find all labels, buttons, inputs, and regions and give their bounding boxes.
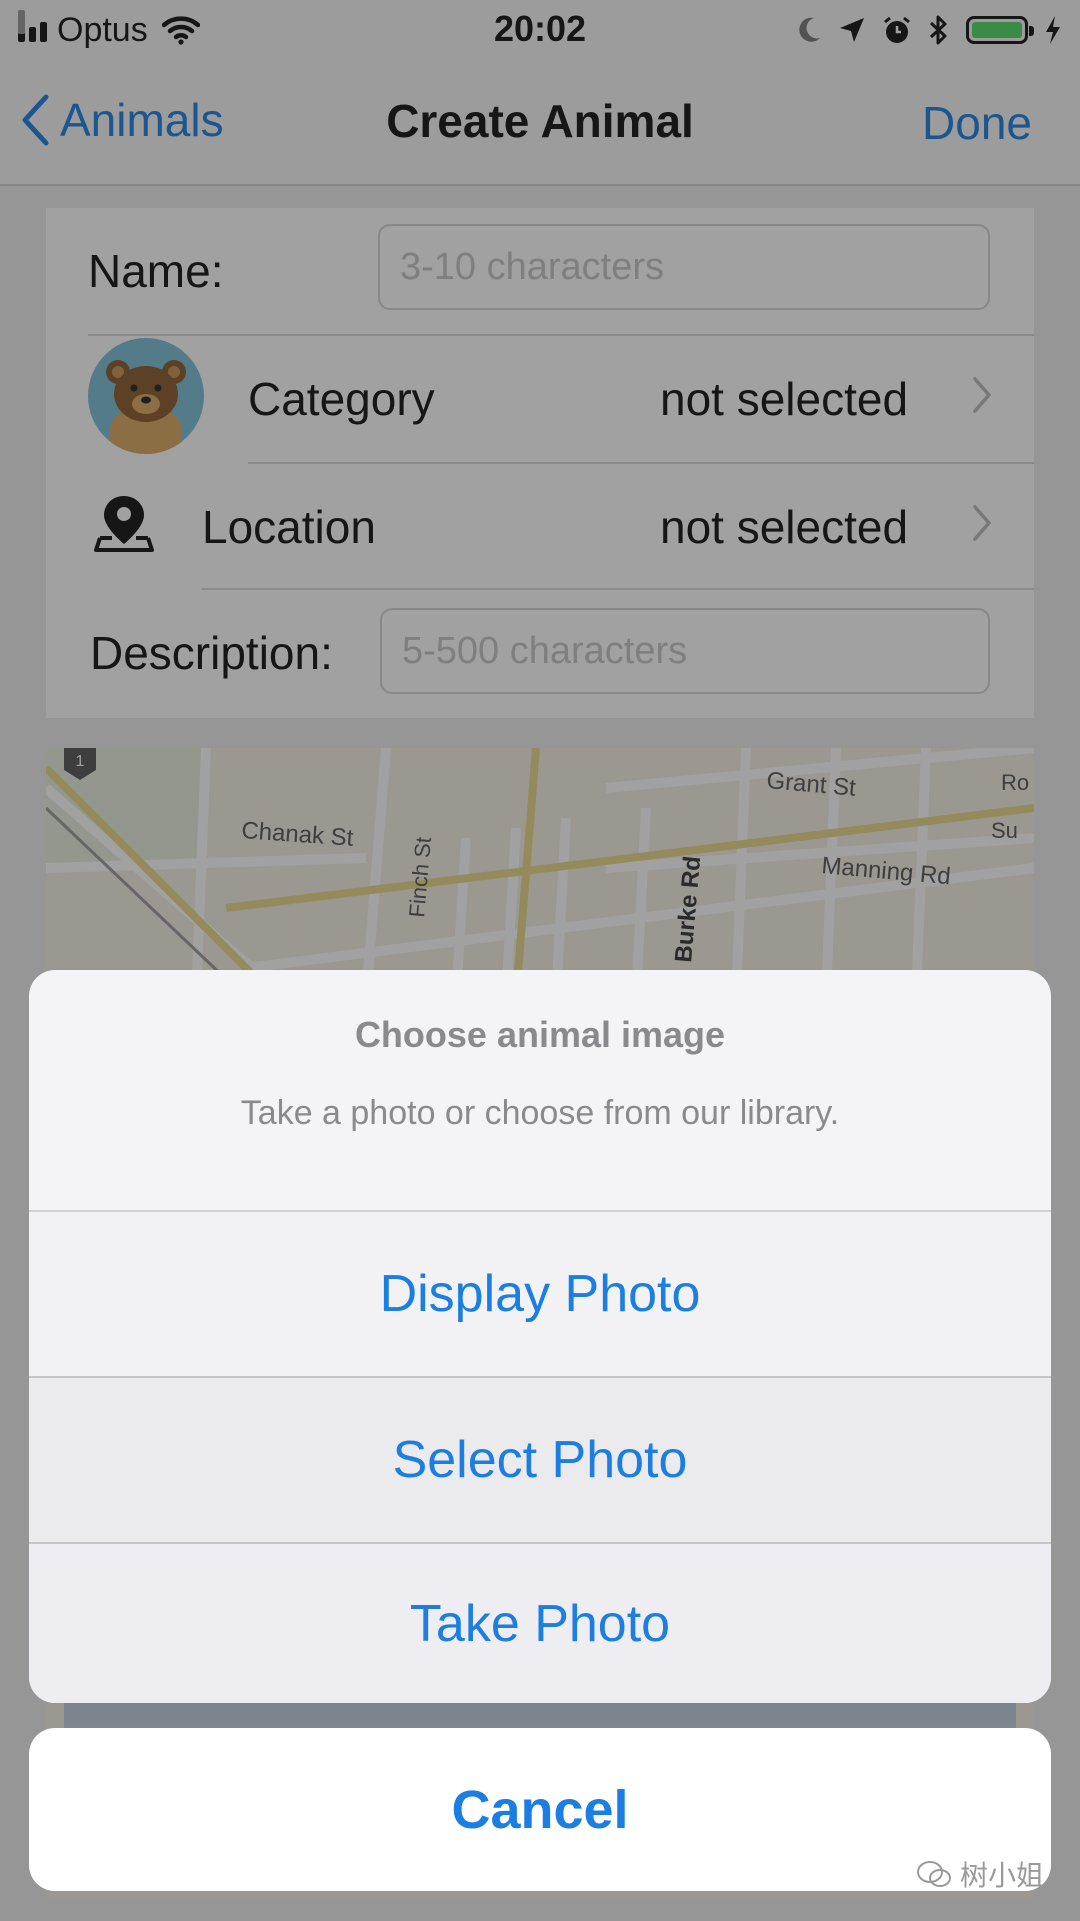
select-photo-button[interactable]: Select Photo: [29, 1378, 1051, 1544]
watermark: 树小姐: [916, 1854, 1044, 1894]
wechat-icon: [916, 1861, 951, 1887]
take-photo-button[interactable]: Take Photo: [29, 1544, 1051, 1703]
display-photo-button[interactable]: Display Photo: [29, 1212, 1051, 1378]
action-sheet-header: Choose animal image Take a photo or choo…: [29, 970, 1051, 1212]
action-sheet-message: Take a photo or choose from our library.: [240, 1094, 840, 1132]
action-sheet-title: Choose animal image: [354, 1014, 726, 1055]
watermark-text: 树小姐: [959, 1860, 1044, 1891]
cancel-button[interactable]: Cancel: [29, 1728, 1051, 1891]
action-sheet: Choose animal image Take a photo or choo…: [29, 970, 1051, 1703]
